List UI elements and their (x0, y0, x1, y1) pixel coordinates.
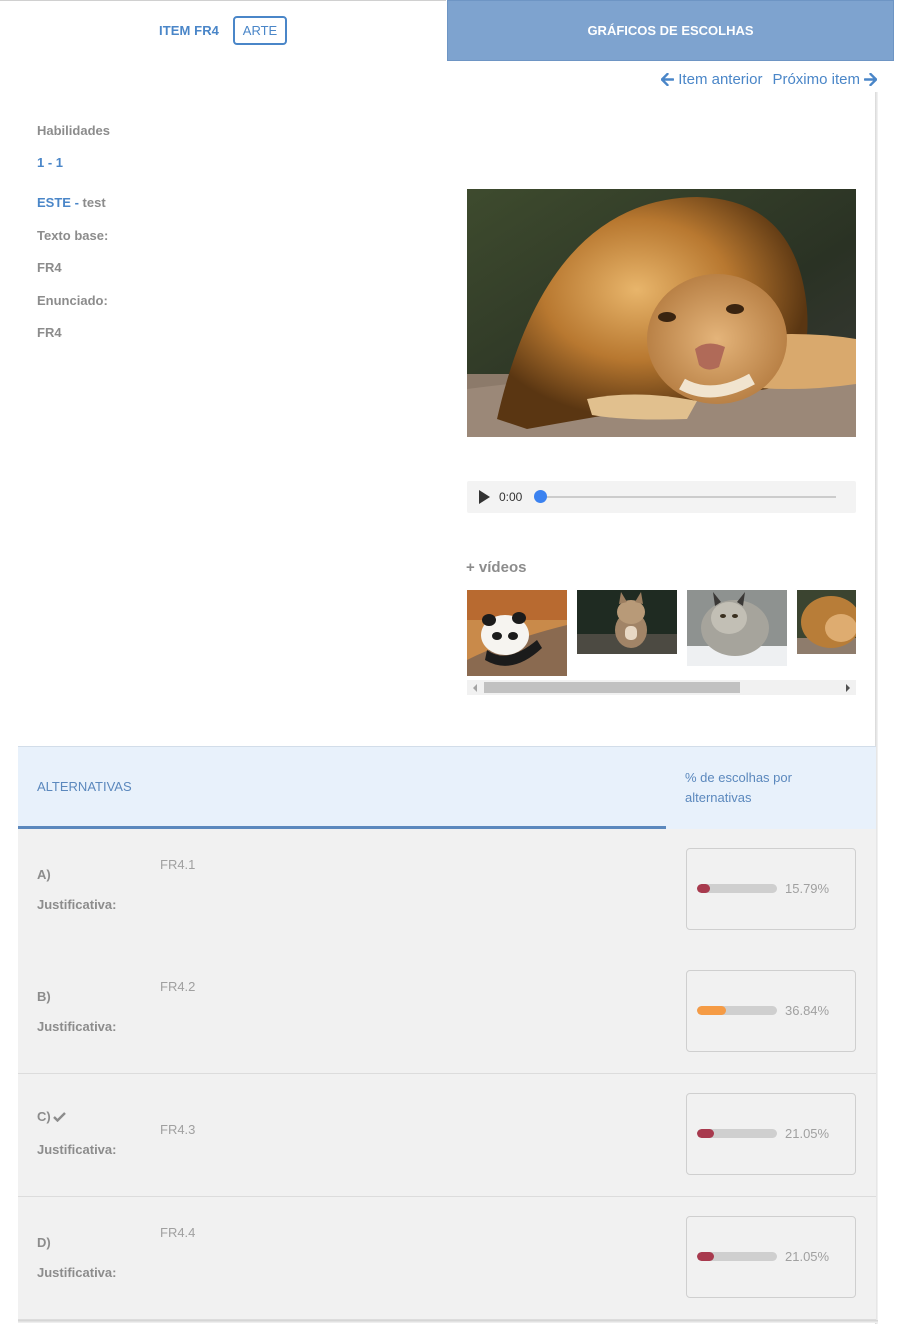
video-thumbnail-lynx[interactable] (687, 590, 787, 666)
play-icon[interactable] (479, 490, 490, 504)
next-item-link[interactable]: Próximo item (772, 71, 877, 88)
justificativa-label: Justificativa: (37, 897, 117, 912)
percent-choices-title: % de escolhas por alternativas (685, 770, 792, 805)
choice-percent-bar-fill (697, 1129, 714, 1138)
alternative-letter: B) (37, 989, 51, 1004)
scroll-right-icon[interactable] (846, 684, 850, 692)
choice-percent-bar-track (697, 1252, 777, 1261)
alternative-row: A) Justificativa: FR4.1 15.79% (18, 829, 876, 952)
choice-percent-box: 21.05% (686, 1216, 856, 1298)
next-item-label: Próximo item (772, 71, 860, 88)
video-thumbnail-kitten[interactable] (577, 590, 677, 654)
video-thumbnail-lion[interactable] (797, 590, 856, 654)
previous-item-label: Item anterior (678, 71, 763, 88)
habilidades-label: Habilidades (37, 123, 110, 138)
choice-percent-value: 21.05% (785, 1126, 830, 1141)
lion-image (467, 189, 856, 437)
audio-player[interactable]: 0:00 (467, 481, 856, 513)
justificativa-label: Justificativa: (37, 1019, 117, 1034)
alternative-letter: A) (37, 867, 51, 882)
choice-percent-value: 15.79% (785, 881, 830, 896)
choice-percent-box: 15.79% (686, 848, 856, 930)
choice-percent-value: 36.84% (785, 1003, 830, 1018)
video-thumbnail-strip (467, 590, 856, 678)
alternative-letter-text: C) (37, 1109, 51, 1124)
choice-percent-bar-fill (697, 1006, 727, 1015)
tab-item-label: ITEM FR4 (158, 22, 220, 38)
texto-base-value: FR4 (37, 260, 62, 275)
alternative-letter: D) (37, 1235, 51, 1250)
card-bottom-shadow (18, 1320, 878, 1323)
alternative-letter: C) (37, 1109, 66, 1124)
choice-percent-bar-track (697, 1129, 777, 1138)
tab-graficos-de-escolhas[interactable]: GRÁFICOS DE ESCOLHAS (447, 0, 894, 61)
texto-base-label: Texto base: (37, 228, 109, 243)
scrollbar-thumb[interactable] (484, 682, 740, 693)
alternative-text: FR4.1 (160, 857, 196, 872)
alternative-row: B) Justificativa: FR4.2 36.84% (18, 951, 876, 1074)
enunciado-value: FR4 (37, 325, 62, 340)
alternative-text: FR4.3 (160, 1122, 196, 1137)
este-code: ESTE - (37, 195, 79, 210)
alternative-text: FR4.2 (160, 979, 196, 994)
previous-item-link[interactable]: Item anterior (661, 71, 762, 88)
enunciado-label: Enunciado: (37, 293, 108, 308)
alternative-letter-text: B) (37, 989, 51, 1004)
arrow-right-icon (864, 73, 877, 86)
choice-percent-bar-fill (697, 884, 710, 893)
choice-percent-bar-track (697, 884, 777, 893)
item-navigation: Item anterior Próximo item (661, 71, 877, 88)
choice-percent-bar-track (697, 1006, 777, 1015)
este-line: ESTE - test (37, 195, 106, 210)
justificativa-label: Justificativa: (37, 1265, 117, 1280)
choice-percent-value: 21.05% (785, 1249, 830, 1264)
choice-percent-box: 36.84% (686, 970, 856, 1052)
alternatives-title: ALTERNATIVAS (37, 779, 132, 794)
alternatives-header: ALTERNATIVAS % de escolhas por alternati… (18, 746, 876, 829)
habilidades-value: 1 - 1 (37, 155, 64, 170)
correct-check-icon (52, 1112, 66, 1122)
choice-percent-bar-fill (697, 1252, 714, 1261)
videos-title: + vídeos (466, 559, 527, 576)
alternative-letter-text: A) (37, 867, 51, 882)
alternative-letter-text: D) (37, 1235, 51, 1250)
justificativa-label: Justificativa: (37, 1142, 117, 1157)
alternative-row: C) Justificativa: FR4.3 21.05% (18, 1074, 876, 1197)
arrow-left-icon (661, 73, 675, 86)
audio-progress-thumb[interactable] (534, 490, 547, 503)
alternative-text: FR4.4 (160, 1225, 196, 1240)
audio-time: 0:00 (499, 490, 523, 504)
scroll-left-icon[interactable] (473, 684, 477, 692)
alternative-row: D) Justificativa: FR4.4 21.05% (18, 1197, 876, 1320)
video-thumbnail-panda[interactable] (467, 590, 567, 676)
audio-progress-track[interactable] (540, 496, 836, 498)
thumbnail-scrollbar[interactable] (467, 680, 856, 695)
tab-item[interactable]: ITEM FR4 ARTE (0, 0, 446, 60)
este-name: test (82, 195, 106, 210)
arte-button[interactable]: ARTE (233, 15, 288, 45)
item-page: ITEM FR4 ARTE GRÁFICOS DE ESCOLHAS Item … (0, 0, 899, 1331)
choice-percent-box: 21.05% (686, 1093, 856, 1175)
